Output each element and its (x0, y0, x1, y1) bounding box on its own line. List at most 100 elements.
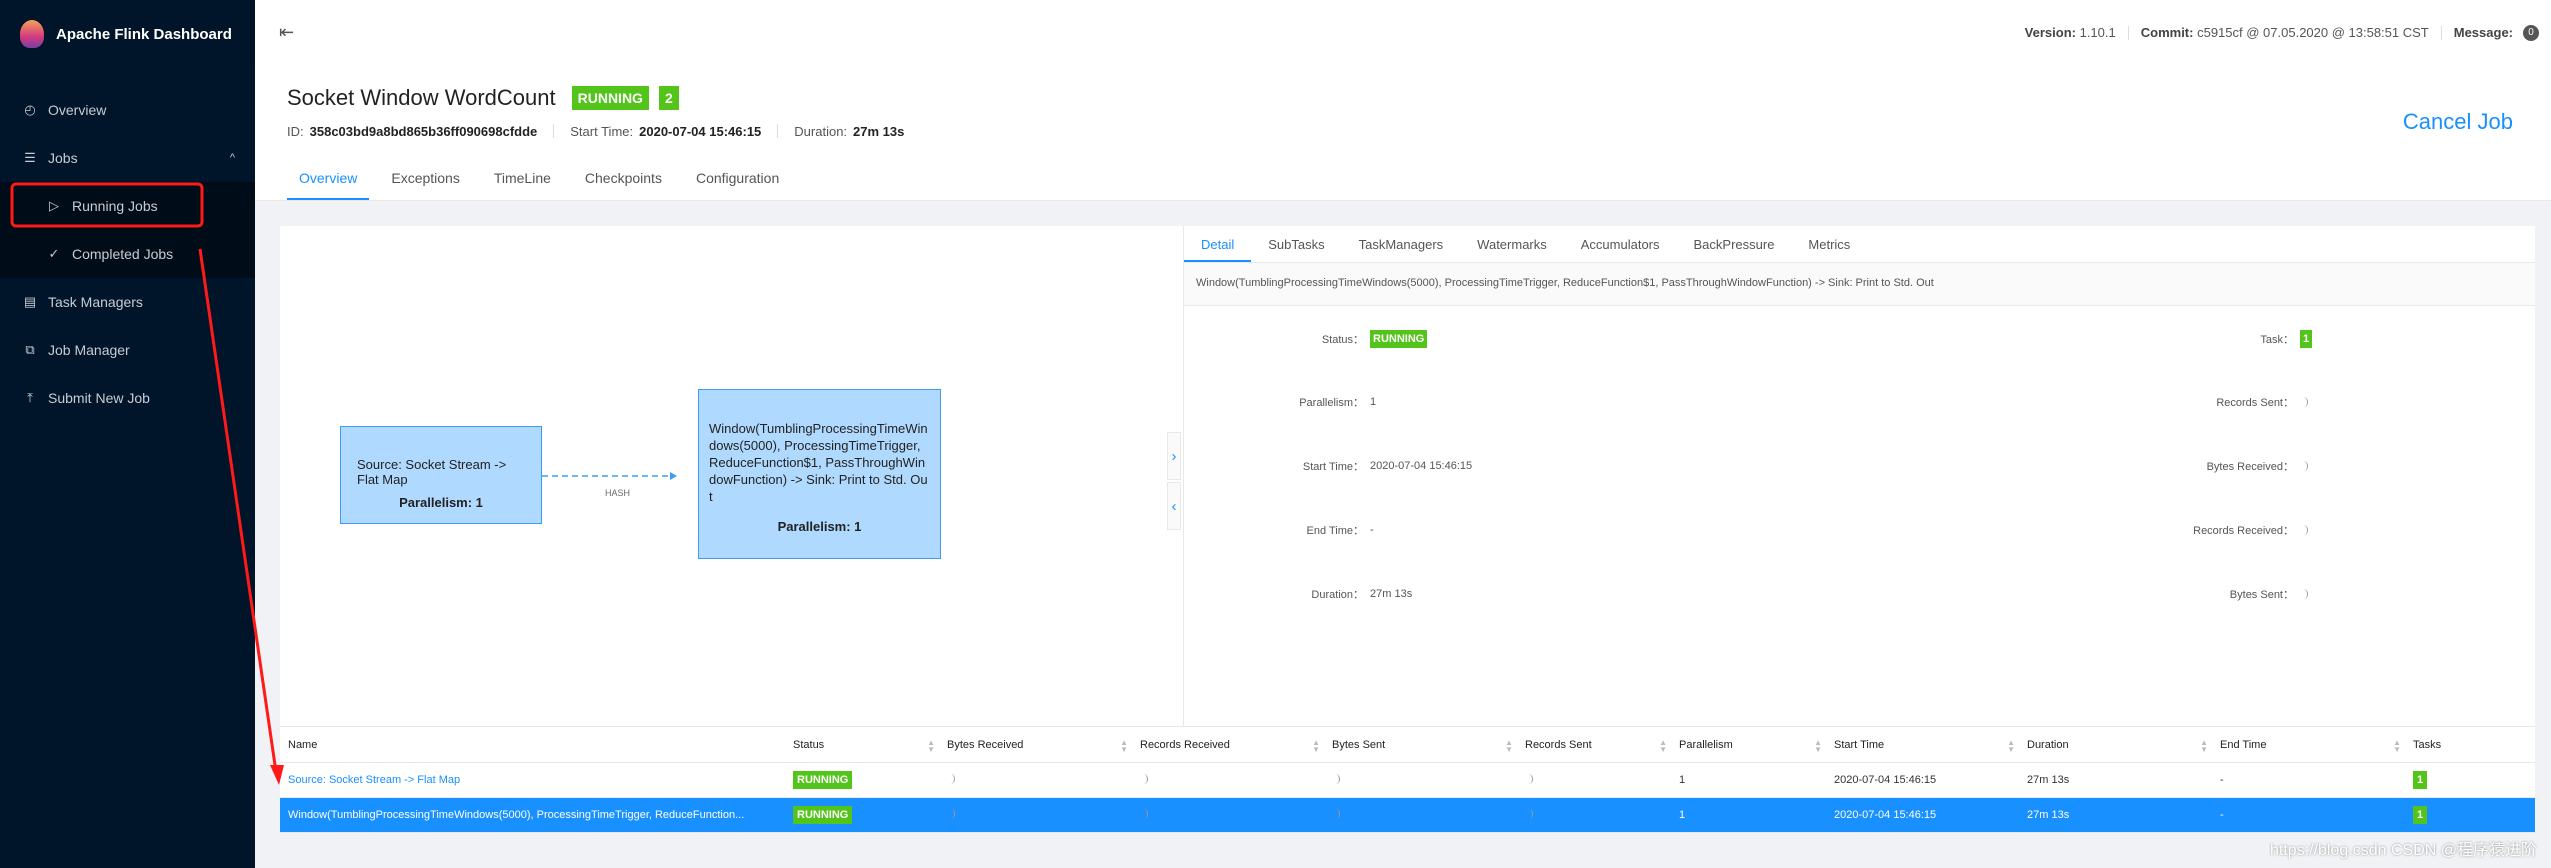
table-cell: 27m 13s (2019, 774, 2212, 786)
status-badge: RUNNING (793, 806, 853, 824)
tab-detail[interactable]: Detail (1184, 226, 1252, 262)
sidebar-item-task-managers[interactable]: ▤ Task Managers (0, 278, 255, 326)
table-row[interactable]: Window(TumblingProcessingTimeWindows(500… (280, 798, 2535, 833)
duration-label: Duration： (1311, 589, 1364, 601)
table-cell: 27m 13s (2019, 809, 2212, 821)
parallelism: 1 (1679, 774, 1686, 786)
sidebar-item-running-jobs[interactable]: ▷ Running Jobs (0, 182, 255, 230)
cancel-job-button[interactable]: Cancel Job (2403, 109, 2513, 135)
sort-icon[interactable]: ▲ ▼ (2393, 738, 2401, 753)
table-cell: 1 (2405, 771, 2530, 789)
collapse-left-icon[interactable]: ‹ (1167, 482, 1181, 530)
cluster-icon: ⧉ (25, 342, 35, 357)
label: Job Manager (48, 342, 130, 358)
sort-icon[interactable]: ▲ ▼ (1505, 738, 1513, 753)
tab-checkpoints[interactable]: Checkpoints (573, 170, 674, 200)
upload-icon: ⤒ (27, 390, 33, 405)
sidebar-item-job-manager[interactable]: ⧉ Job Manager (0, 326, 255, 374)
column-header[interactable]: End Time ▲ ▼ (2212, 738, 2405, 753)
message-label[interactable]: Message: (2454, 25, 2513, 40)
vertex-name[interactable]: Source: Socket Stream -> Flat Map (288, 774, 460, 786)
job-name: Socket Window WordCount (287, 85, 556, 110)
sort-icon[interactable]: ▲ ▼ (2007, 738, 2015, 753)
sort-icon[interactable]: ▲ ▼ (927, 738, 935, 753)
sort-icon[interactable]: ▲ ▼ (1659, 738, 1667, 753)
parallelism-label: Parallelism： (1299, 397, 1364, 409)
tab-taskmanagers[interactable]: TaskManagers (1342, 226, 1461, 262)
end-time-label: End Time： (1306, 525, 1364, 537)
menu-fold-icon[interactable]: ⇤ (279, 22, 294, 43)
loading-icon (1525, 773, 1533, 784)
sidebar-item-completed-jobs[interactable]: ✓ Completed Jobs (0, 230, 255, 278)
task-label: Task： (2260, 334, 2294, 346)
sort-icon[interactable]: ▲ ▼ (2200, 738, 2208, 753)
top-header: ⇤ Version: 1.10.1 Commit: c5915cf @ 07.0… (255, 0, 2551, 65)
table-cell: Source: Socket Stream -> Flat Map (280, 774, 785, 786)
expand-right-icon[interactable]: › (1167, 432, 1181, 480)
loading-icon (1140, 773, 1148, 784)
tab-backpressure[interactable]: BackPressure (1677, 226, 1792, 262)
sidebar-item-jobs[interactable]: ☰ Jobs ^ (0, 134, 255, 182)
end-time: - (2220, 774, 2224, 786)
tab-configuration[interactable]: Configuration (684, 170, 791, 200)
sidebar-item-overview[interactable]: ◴ Overview (0, 86, 255, 134)
node-detail-panel: Detail SubTasks TaskManagers Watermarks … (1183, 226, 2535, 726)
logo[interactable]: Apache Flink Dashboard (0, 0, 255, 68)
column-header[interactable]: Status ▲ ▼ (785, 738, 939, 753)
tab-watermarks[interactable]: Watermarks (1460, 226, 1564, 262)
list-icon: ☰ (24, 150, 36, 165)
tab-timeline[interactable]: TimeLine (482, 170, 563, 200)
tab-subtasks[interactable]: SubTasks (1251, 226, 1341, 262)
loading-icon (2300, 589, 2308, 599)
parallelism: 1 (1679, 809, 1686, 821)
loading-icon (1525, 808, 1533, 819)
message-count-badge[interactable]: 0 (2523, 24, 2539, 41)
dashboard-icon: ◴ (24, 102, 36, 117)
schedule-icon: ▤ (23, 294, 37, 309)
end-time-value: - (1370, 524, 1374, 536)
start-time-value: 2020-07-04 15:46:15 (1370, 460, 1473, 472)
tab-overview[interactable]: Overview (287, 170, 370, 200)
column-label: Tasks (2413, 738, 2442, 751)
status-badge: RUNNING (793, 771, 853, 789)
column-header[interactable]: Bytes Received ▲ ▼ (939, 738, 1132, 753)
sidebar: Apache Flink Dashboard ◴ Overview ☰ Jobs ^ … (0, 0, 255, 868)
tab-metrics[interactable]: Metrics (1791, 226, 1867, 262)
start-time-label: Start Time： (1302, 461, 1364, 473)
column-label: Status (793, 738, 825, 751)
job-graph[interactable]: Source: Socket Stream -> Flat Map Parall… (280, 226, 1183, 726)
sort-icon[interactable]: ▲ ▼ (1120, 738, 1128, 753)
column-header[interactable]: Bytes Sent ▲ ▼ (1324, 738, 1517, 753)
column-header[interactable]: Records Sent ▲ ▼ (1517, 738, 1671, 753)
duration: 27m 13s (2027, 774, 2070, 786)
loading-icon (2300, 525, 2308, 535)
column-header[interactable]: Start Time ▲ ▼ (1826, 738, 2019, 753)
table-cell: RUNNING (785, 771, 939, 789)
column-label: Start Time (1834, 738, 1885, 751)
tab-exceptions[interactable]: Exceptions (379, 170, 471, 200)
label: Completed Jobs (72, 246, 174, 262)
sort-icon[interactable]: ▲ ▼ (1814, 738, 1822, 753)
column-header[interactable]: Records Received ▲ ▼ (1132, 738, 1324, 753)
flink-squirrel-icon (20, 20, 44, 48)
column-header[interactable]: Name (280, 739, 785, 751)
sidebar-item-submit-new-job[interactable]: ⤒ Submit New Job (0, 374, 255, 422)
column-header[interactable]: Tasks (2405, 739, 2530, 751)
sort-icon[interactable]: ▲ ▼ (1312, 738, 1320, 753)
label: Task Managers (48, 294, 143, 310)
status-badge: RUNNING (1370, 330, 1428, 348)
chevron-up-icon: ^ (229, 152, 235, 164)
tab-accumulators[interactable]: Accumulators (1564, 226, 1677, 262)
table-cell (1324, 808, 1517, 822)
table-cell: - (2212, 774, 2405, 786)
end-time: - (2220, 809, 2224, 821)
graph-node-window[interactable]: Window(TumblingProcessingTimeWindows(500… (698, 389, 941, 559)
table-row[interactable]: Source: Socket Stream -> Flat Map RUNNING… (280, 763, 2535, 798)
column-header[interactable]: Parallelism ▲ ▼ (1671, 738, 1826, 753)
vertex-name[interactable]: Window(TumblingProcessingTimeWindows(500… (288, 809, 744, 821)
check-circle-icon: ✓ (48, 246, 60, 261)
table-cell (1132, 773, 1324, 787)
column-header[interactable]: Duration ▲ ▼ (2019, 738, 2212, 753)
version-label: Version: (2024, 25, 2076, 40)
play-circle-icon: ▷ (49, 198, 59, 213)
